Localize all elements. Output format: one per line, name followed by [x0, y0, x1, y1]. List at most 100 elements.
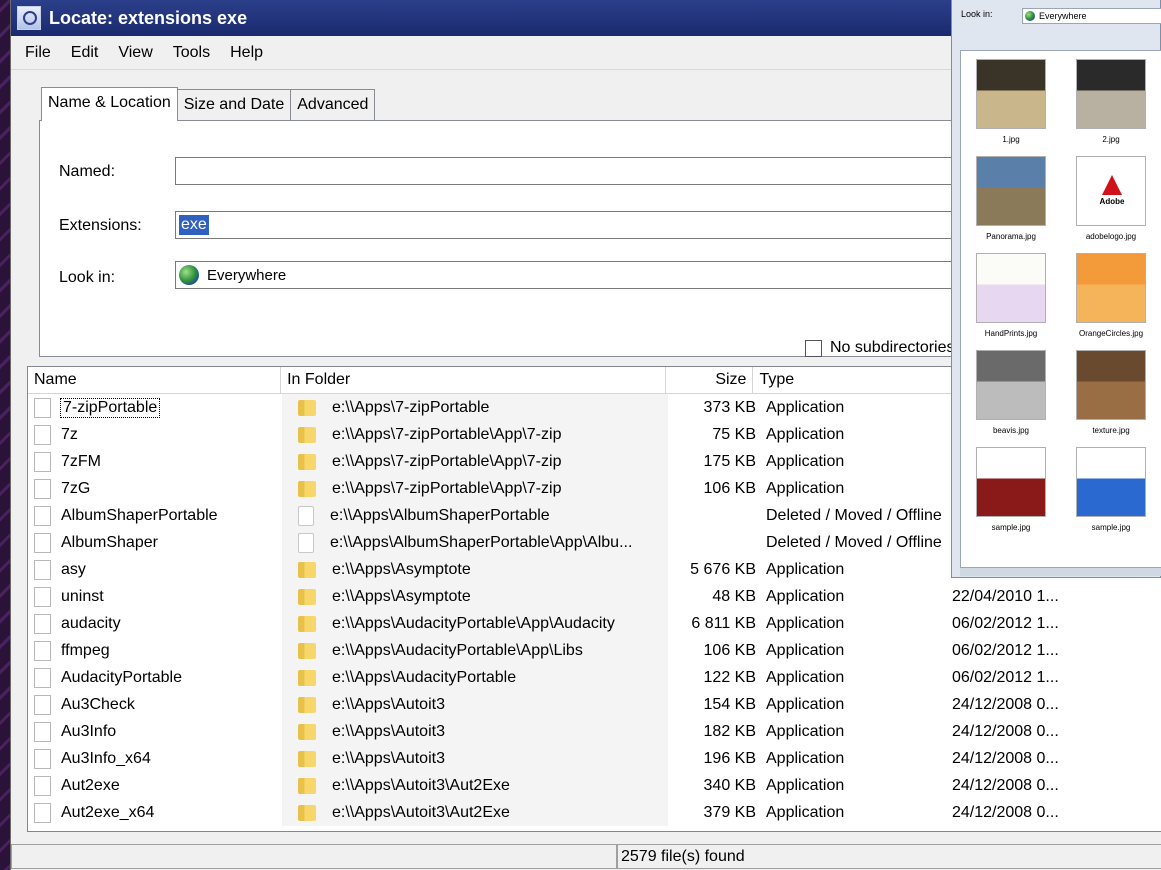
- file-icon: [34, 721, 51, 742]
- table-row[interactable]: Au3Info_x64 e:\\Apps\Autoit3 196 KB Applica…: [28, 745, 1161, 772]
- lookin-label: Look in:: [59, 269, 116, 286]
- thumbnail-grid[interactable]: 1.jpg 2.jpg Panorama.jpg Adobe adobelogo.jpg…: [960, 50, 1161, 568]
- status-found-count: 2579 file(s) found: [617, 844, 1161, 869]
- lookin-value: Everywhere: [207, 266, 287, 284]
- no-subdirectories-label: No subdirectories: [830, 339, 955, 356]
- table-row[interactable]: Aut2exe e:\\Apps\Autoit3\Aut2Exe 340 KB App…: [28, 772, 1161, 799]
- status-bar: 2579 file(s) found: [11, 843, 1161, 870]
- thumbnail-item[interactable]: HandPrints.jpg: [963, 253, 1059, 338]
- folder-path: e:\\Apps\7-zipPortable\App\7-zip: [332, 425, 562, 443]
- checkbox-box[interactable]: [805, 339, 822, 357]
- cell-folder: e:\\Apps\7-zipPortable: [282, 394, 668, 421]
- cell-type: Application: [766, 479, 845, 497]
- cell-size: 340 KB: [703, 776, 756, 794]
- folder-path: e:\\Apps\AudacityPortable\App\Audacity: [332, 614, 615, 632]
- tab-name-location[interactable]: Name & Location: [41, 87, 178, 121]
- menu-file[interactable]: File: [15, 44, 61, 62]
- thumbnail-item[interactable]: Adobe adobelogo.jpg: [1063, 156, 1159, 241]
- folder-path: e:\\Apps\7-zipPortable\App\7-zip: [332, 452, 562, 470]
- thumbnail-item[interactable]: Panorama.jpg: [963, 156, 1059, 241]
- thumbnail-item[interactable]: texture.jpg: [1063, 350, 1159, 435]
- cell-date: 24/12/2008 0...: [952, 749, 1059, 767]
- file-icon: [34, 586, 51, 607]
- table-row[interactable]: Au3Info e:\\Apps\Autoit3 182 KB Application…: [28, 718, 1161, 745]
- cell-date: 24/12/2008 0...: [952, 695, 1059, 713]
- cell-name: AlbumShaper: [28, 532, 282, 553]
- cell-date: 24/12/2008 0...: [952, 776, 1059, 794]
- cell-type: Deleted / Moved / Offline: [766, 533, 942, 551]
- thumbnail-item[interactable]: 2.jpg: [1063, 59, 1159, 144]
- thumbnail-image: [976, 253, 1046, 323]
- file-name: asy: [61, 560, 86, 578]
- thumbnail-item[interactable]: sample.jpg: [963, 447, 1059, 532]
- thumbnail-caption: Panorama.jpg: [986, 232, 1036, 241]
- cell-date: 06/02/2012 1...: [952, 668, 1059, 686]
- cell-folder: e:\\Apps\7-zipPortable\App\7-zip: [282, 448, 668, 475]
- column-header-name[interactable]: Name: [28, 367, 282, 394]
- overlay-lookin-combobox[interactable]: Everywhere: [1022, 8, 1161, 24]
- folder-path: e:\\Apps\Asymptote: [332, 587, 471, 605]
- folder-path: e:\\Apps\7-zipPortable\App\7-zip: [332, 479, 562, 497]
- column-header-in-folder[interactable]: In Folder: [281, 367, 666, 394]
- menu-help[interactable]: Help: [220, 44, 273, 62]
- file-name: Aut2exe: [61, 776, 120, 794]
- cell-size: 106 KB: [703, 641, 756, 659]
- tab-advanced[interactable]: Advanced: [290, 89, 376, 121]
- cell-folder: e:\\Apps\AudacityPortable\App\Audacity: [282, 610, 668, 637]
- column-header-size[interactable]: Size: [666, 367, 754, 394]
- thumbnail-image: [976, 59, 1046, 129]
- file-name: AlbumShaperPortable: [61, 506, 218, 524]
- thumbnail-item[interactable]: beavis.jpg: [963, 350, 1059, 435]
- thumbnail-caption: sample.jpg: [1091, 523, 1131, 532]
- table-row[interactable]: AudacityPortable e:\\Apps\AudacityPortabl…: [28, 664, 1161, 691]
- cell-name: Au3Check: [28, 694, 282, 715]
- cell-folder: e:\\Apps\AudacityPortable\App\Libs: [282, 637, 668, 664]
- cell-folder: e:\\Apps\Asymptote: [282, 556, 668, 583]
- file-name: 7z: [61, 425, 78, 443]
- file-icon: [34, 667, 51, 688]
- thumbnail-caption: texture.jpg: [1092, 426, 1130, 435]
- overlay-lookin-value: Everywhere: [1039, 11, 1087, 21]
- thumbnail-caption: 1.jpg: [1002, 135, 1020, 144]
- thumbnail-item[interactable]: 1.jpg: [963, 59, 1059, 144]
- thumbnail-image: Adobe: [1076, 156, 1146, 226]
- menu-view[interactable]: View: [108, 44, 162, 62]
- cell-date: 24/12/2008 0...: [952, 722, 1059, 740]
- thumbnail-image: [1076, 447, 1146, 517]
- file-icon: [34, 478, 51, 499]
- file-icon: [34, 775, 51, 796]
- cell-folder: e:\\Apps\AudacityPortable: [282, 664, 668, 691]
- cell-size: 379 KB: [703, 803, 756, 821]
- cell-type: Application: [766, 776, 845, 794]
- file-icon: [34, 748, 51, 769]
- thumbnail-image: [1076, 59, 1146, 129]
- table-row[interactable]: Aut2exe_x64 e:\\Apps\Autoit3\Aut2Exe 379 K…: [28, 799, 1161, 826]
- table-row[interactable]: Au3Check e:\\Apps\Autoit3 154 KB Applicatio…: [28, 691, 1161, 718]
- cell-folder: e:\\Apps\Autoit3: [282, 745, 668, 772]
- no-subdirectories-checkbox[interactable]: No subdirectories: [805, 339, 955, 357]
- thumbnail-caption: beavis.jpg: [992, 426, 1030, 435]
- menu-edit[interactable]: Edit: [61, 44, 109, 62]
- thumbnail-item[interactable]: OrangeCircles.jpg: [1063, 253, 1159, 338]
- cell-type: Application: [766, 398, 845, 416]
- cell-name: Aut2exe: [28, 775, 282, 796]
- folder-icon: [298, 642, 316, 659]
- cell-folder: e:\\Apps\AlbumShaperPortable: [282, 502, 668, 529]
- table-row[interactable]: uninst e:\\Apps\Asymptote 48 KB Application…: [28, 583, 1161, 610]
- cell-folder: e:\\Apps\7-zipPortable\App\7-zip: [282, 421, 668, 448]
- tab-size-date[interactable]: Size and Date: [176, 89, 292, 121]
- table-row[interactable]: ffmpeg e:\\Apps\AudacityPortable\App\Libs…: [28, 637, 1161, 664]
- table-row[interactable]: audacity e:\\Apps\AudacityPortable\App\Au…: [28, 610, 1161, 637]
- thumbnail-item[interactable]: sample.jpg: [1063, 447, 1159, 532]
- cell-name: uninst: [28, 586, 282, 607]
- cell-date: 22/04/2010 1...: [952, 587, 1059, 605]
- cell-size: 75 KB: [712, 425, 756, 443]
- folder-icon: [298, 426, 316, 443]
- cell-name: 7-zipPortable: [28, 397, 282, 418]
- menu-tools[interactable]: Tools: [163, 44, 220, 62]
- file-name: 7zG: [61, 479, 91, 497]
- folder-path: e:\\Apps\Autoit3: [332, 749, 445, 767]
- cell-folder: e:\\Apps\Autoit3: [282, 691, 668, 718]
- globe-icon: [179, 265, 199, 285]
- cell-type: Application: [766, 587, 845, 605]
